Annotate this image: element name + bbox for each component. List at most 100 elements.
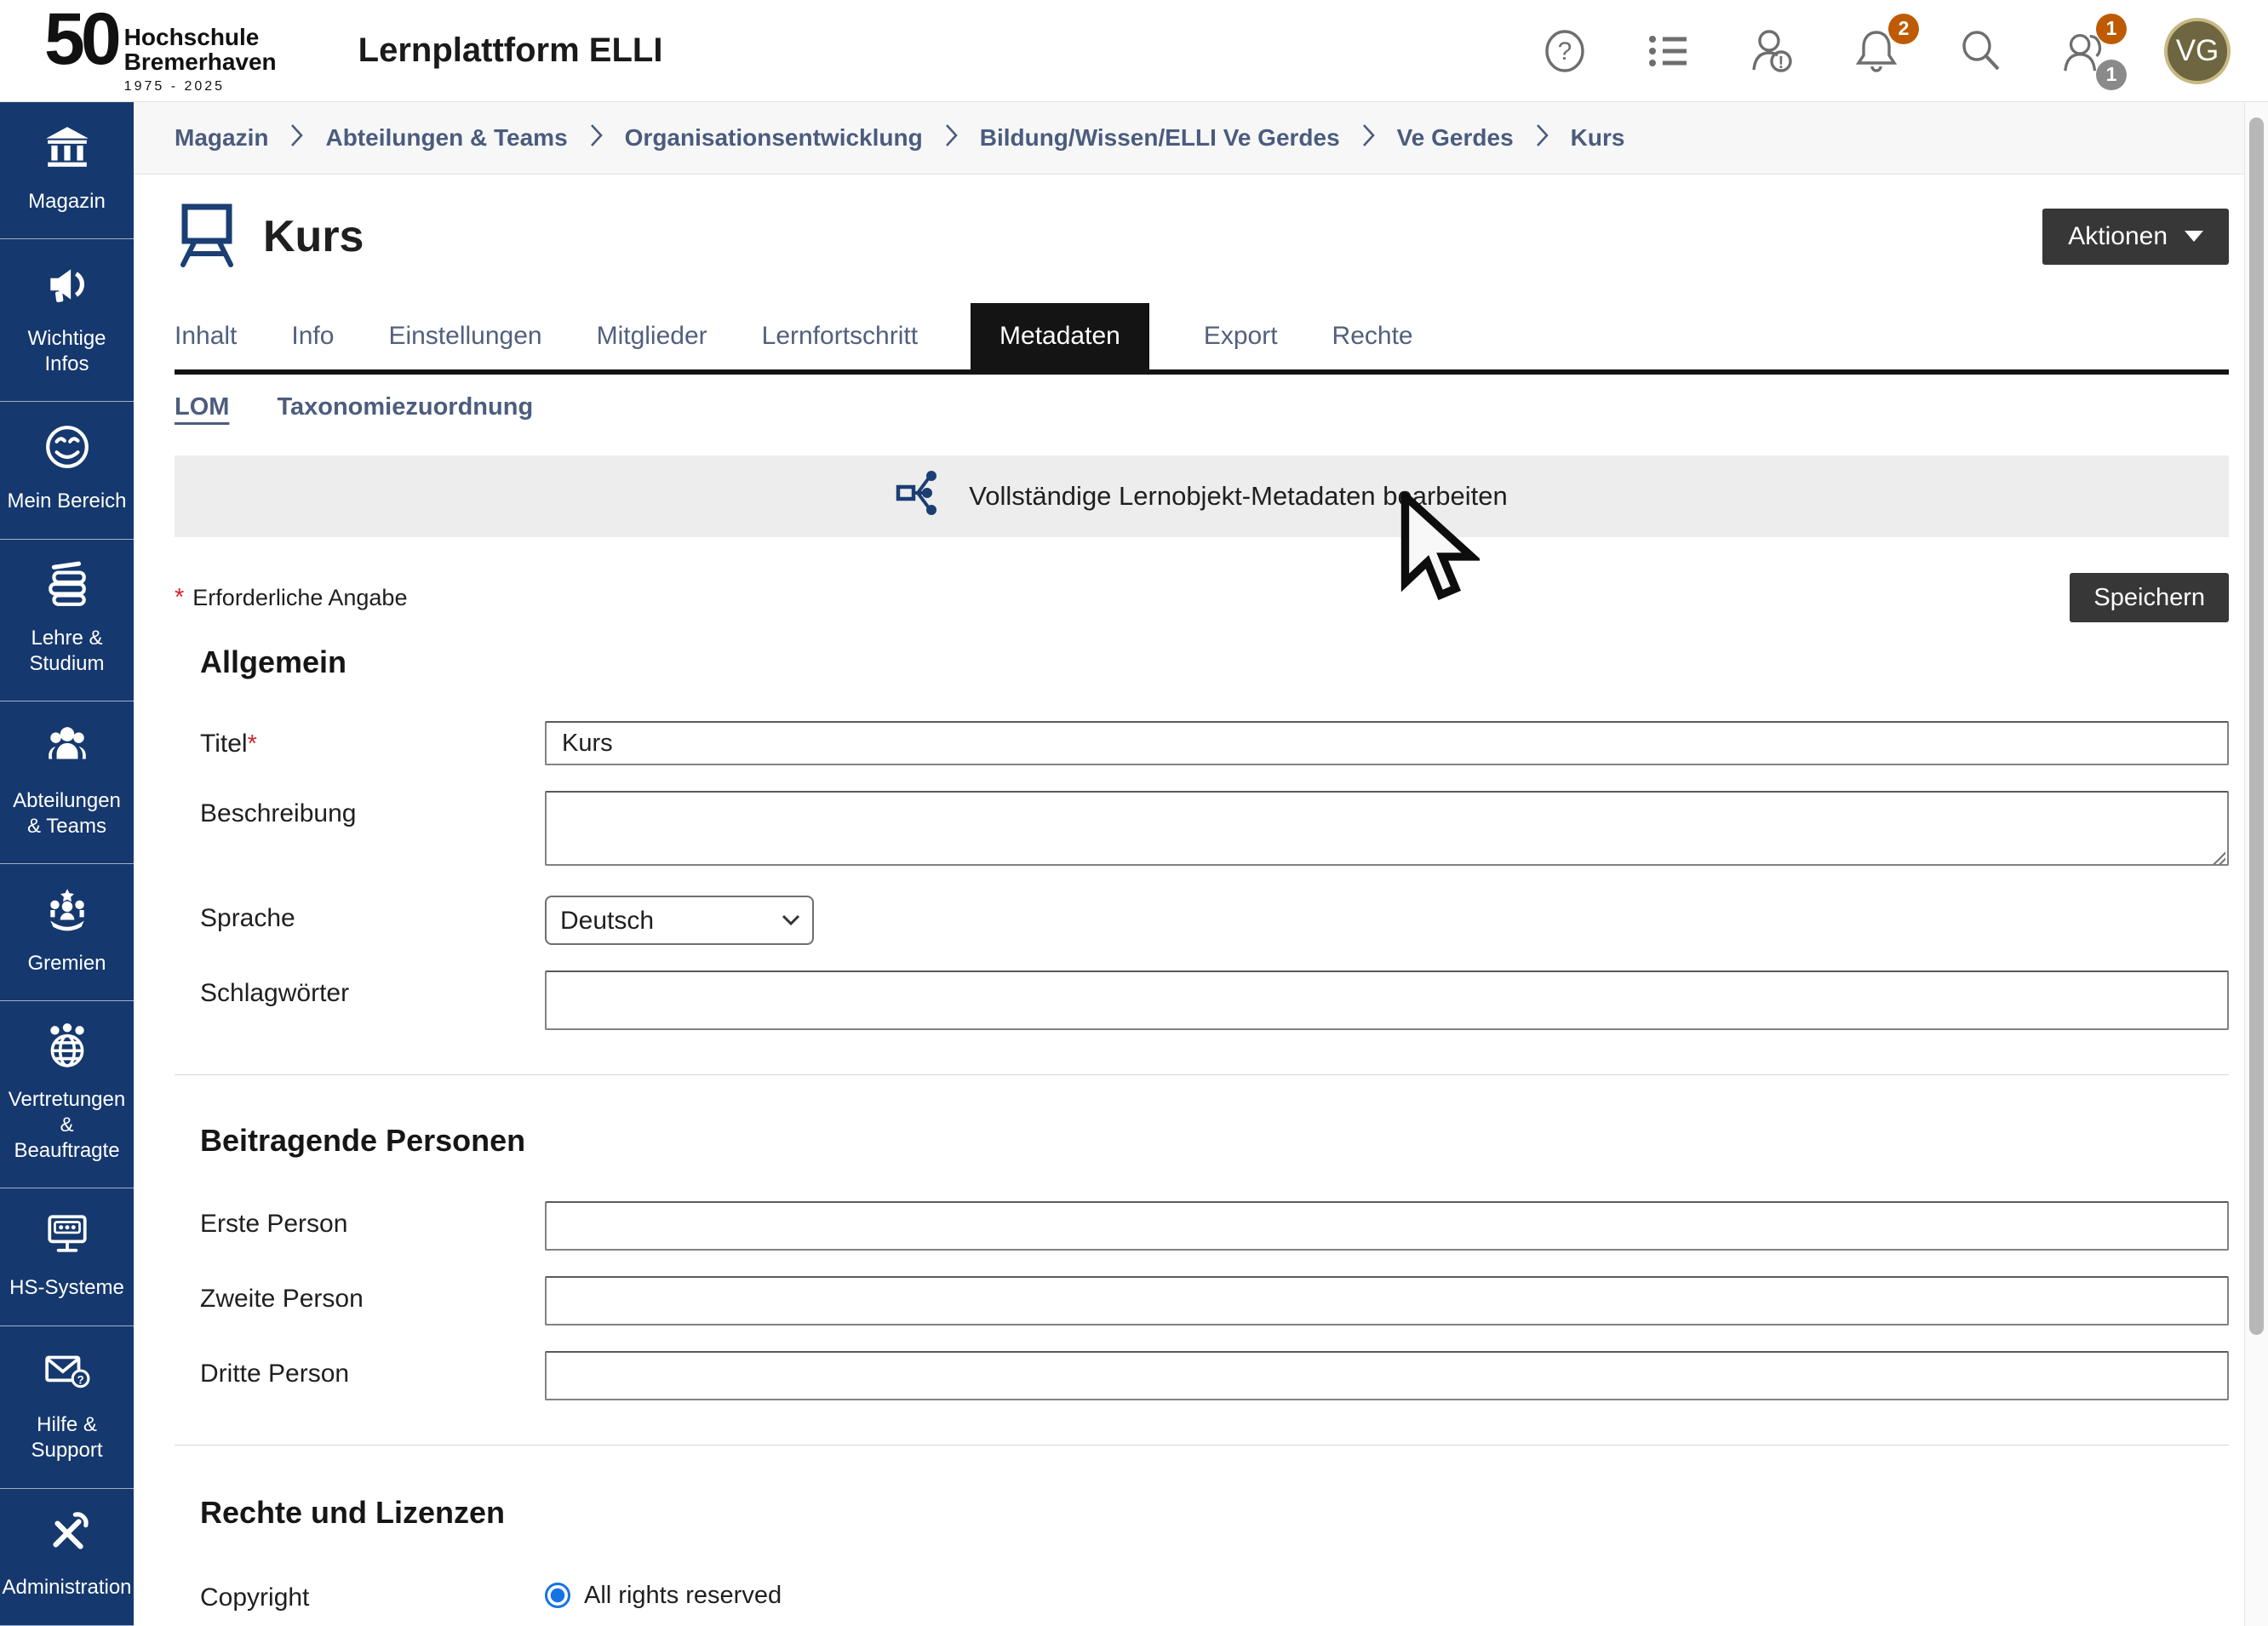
user-avatar[interactable]: VG (2164, 18, 2231, 84)
beschreibung-textarea[interactable] (545, 791, 2229, 866)
save-button[interactable]: Speichern (2070, 573, 2229, 622)
university-logo[interactable]: 50 Hochschule Bremerhaven 1975 - 2025 (44, 7, 277, 94)
required-note: * Erforderliche Angabe (175, 584, 407, 612)
chevron-right-icon (945, 123, 958, 153)
globe-people-icon (43, 1022, 91, 1076)
svg-text:?: ? (1558, 37, 1572, 66)
search-icon[interactable] (1956, 27, 2004, 75)
sidebar-item-lehre-studium[interactable]: Lehre & Studium (0, 540, 134, 702)
help-icon[interactable]: ? (1541, 27, 1589, 75)
tools-icon (43, 1509, 91, 1564)
breadcrumb-item[interactable]: Magazin (175, 124, 268, 152)
sidebar-item-administration[interactable]: Administration (0, 1489, 134, 1626)
sidebar-item-label: Vertretungen & Beauftragte (5, 1087, 129, 1164)
mail-question-icon: ? (43, 1347, 91, 1401)
sidebar-item-abteilungen-teams[interactable]: Abteilungen & Teams (0, 701, 134, 864)
titel-input[interactable] (545, 721, 2229, 765)
caret-down-icon (2185, 231, 2203, 242)
tab-einstellungen[interactable]: Einstellungen (388, 303, 541, 369)
vertical-scrollbar[interactable] (2244, 102, 2268, 1626)
main-sidebar: Magazin Wichtige Infos (0, 102, 134, 1626)
section-divider (175, 1445, 2229, 1446)
titel-required-asterisk: * (248, 730, 257, 758)
schlagwoerter-label: Schlagwörter (200, 970, 545, 1030)
monitor-icon (43, 1210, 91, 1264)
tab-export[interactable]: Export (1204, 303, 1278, 369)
zweite-person-input[interactable] (545, 1276, 2229, 1325)
section-heading-personen: Beitragende Personen (200, 1123, 2229, 1159)
sidebar-item-vertretungen[interactable]: Vertretungen & Beauftragte (0, 1001, 134, 1188)
tab-inhalt[interactable]: Inhalt (175, 303, 237, 369)
header-actions: ? ! (1541, 18, 2231, 84)
logo-text: Hochschule Bremerhaven 1975 - 2025 (124, 26, 277, 94)
list-menu-icon[interactable] (1645, 27, 1692, 75)
logo-50: 50 (44, 7, 117, 72)
tab-mitglieder[interactable]: Mitglieder (597, 303, 707, 369)
tab-bar: Inhalt Info Einstellungen Mitglieder Ler… (175, 303, 2229, 375)
zweite-person-label: Zweite Person (200, 1276, 545, 1325)
svg-text:!: ! (1778, 54, 1784, 72)
edit-full-metadata-banner[interactable]: Vollständige Lernobjekt-Metadaten bearbe… (175, 455, 2229, 537)
logo-name-line2: Bremerhaven (124, 50, 277, 75)
page-title: Kurs (263, 211, 364, 262)
sidebar-item-label: Gremien (27, 951, 106, 976)
sidebar-item-wichtige-infos[interactable]: Wichtige Infos (0, 239, 134, 402)
subtab-bar: LOM Taxonomiezuordnung (175, 393, 2229, 421)
app-title: Lernplattform ELLI (358, 31, 663, 70)
breadcrumb-item[interactable]: Bildung/Wissen/ELLI Ve Gerdes (980, 124, 1340, 152)
dritte-person-label: Dritte Person (200, 1351, 545, 1400)
tab-info[interactable]: Info (291, 303, 334, 369)
bank-icon (43, 123, 91, 178)
contacts-badge-top: 1 (2096, 14, 2127, 44)
erste-person-input[interactable] (545, 1201, 2229, 1251)
tab-rechte[interactable]: Rechte (1332, 303, 1413, 369)
sidebar-item-label: HS-Systeme (9, 1275, 124, 1301)
books-icon (43, 560, 91, 615)
chevron-right-icon (1536, 123, 1549, 153)
sidebar-item-label: Wichtige Infos (5, 326, 129, 377)
breadcrumb-item[interactable]: Ve Gerdes (1397, 124, 1514, 152)
breadcrumb-item-current[interactable]: Kurs (1571, 124, 1625, 152)
sidebar-item-hs-systeme[interactable]: HS-Systeme (0, 1188, 134, 1325)
breadcrumb-item[interactable]: Abteilungen & Teams (325, 124, 567, 152)
logo-name-line1: Hochschule (124, 26, 277, 50)
subtab-lom[interactable]: LOM (175, 393, 229, 421)
top-header: 50 Hochschule Bremerhaven 1975 - 2025 Le… (0, 0, 2268, 102)
required-note-text: Erforderliche Angabe (192, 585, 407, 610)
titel-label: Titel* (200, 721, 545, 765)
scrollbar-thumb[interactable] (2249, 117, 2264, 1335)
actions-button[interactable]: Aktionen (2042, 209, 2229, 265)
contacts-badge-bottom: 1 (2096, 60, 2127, 90)
people-group-icon (43, 723, 91, 777)
sidebar-item-label: Magazin (28, 189, 106, 215)
schlagwoerter-input[interactable] (545, 970, 2229, 1030)
dritte-person-input[interactable] (545, 1351, 2229, 1400)
tab-metadaten[interactable]: Metadaten (971, 303, 1149, 369)
beschreibung-label: Beschreibung (200, 791, 545, 870)
notifications-bell-icon[interactable]: 2 (1853, 27, 1900, 75)
breadcrumb-item[interactable]: Organisationsentwicklung (625, 124, 923, 152)
required-asterisk: * (175, 584, 184, 611)
copyright-radio-label: All rights reserved (584, 1582, 782, 1610)
sidebar-item-label: Lehre & Studium (5, 626, 129, 677)
actions-button-label: Aktionen (2068, 222, 2168, 251)
sidebar-item-mein-bereich[interactable]: Mein Bereich (0, 402, 134, 539)
breadcrumb: Magazin Abteilungen & Teams Organisation… (134, 102, 2268, 175)
logo-years: 1975 - 2025 (124, 79, 277, 94)
tab-lernfortschritt[interactable]: Lernfortschritt (762, 303, 918, 369)
copyright-radio[interactable] (545, 1583, 570, 1608)
metadata-tree-icon (896, 469, 945, 524)
sidebar-item-label: Administration (2, 1575, 131, 1600)
sprache-label: Sprache (200, 896, 545, 945)
subtab-taxonomiezuordnung[interactable]: Taxonomiezuordnung (277, 393, 533, 421)
user-status-icon[interactable]: ! (1749, 27, 1796, 75)
contacts-icon[interactable]: 1 1 (2060, 27, 2108, 75)
notifications-badge: 2 (1888, 14, 1919, 44)
sprache-select[interactable]: Deutsch (545, 896, 814, 945)
sidebar-item-gremien[interactable]: Gremien (0, 864, 134, 1001)
megaphone-icon (43, 261, 91, 315)
section-heading-allgemein: Allgemein (200, 644, 2229, 680)
chevron-right-icon (290, 123, 303, 153)
sidebar-item-magazin[interactable]: Magazin (0, 102, 134, 239)
sidebar-item-hilfe-support[interactable]: ? Hilfe & Support (0, 1326, 134, 1489)
